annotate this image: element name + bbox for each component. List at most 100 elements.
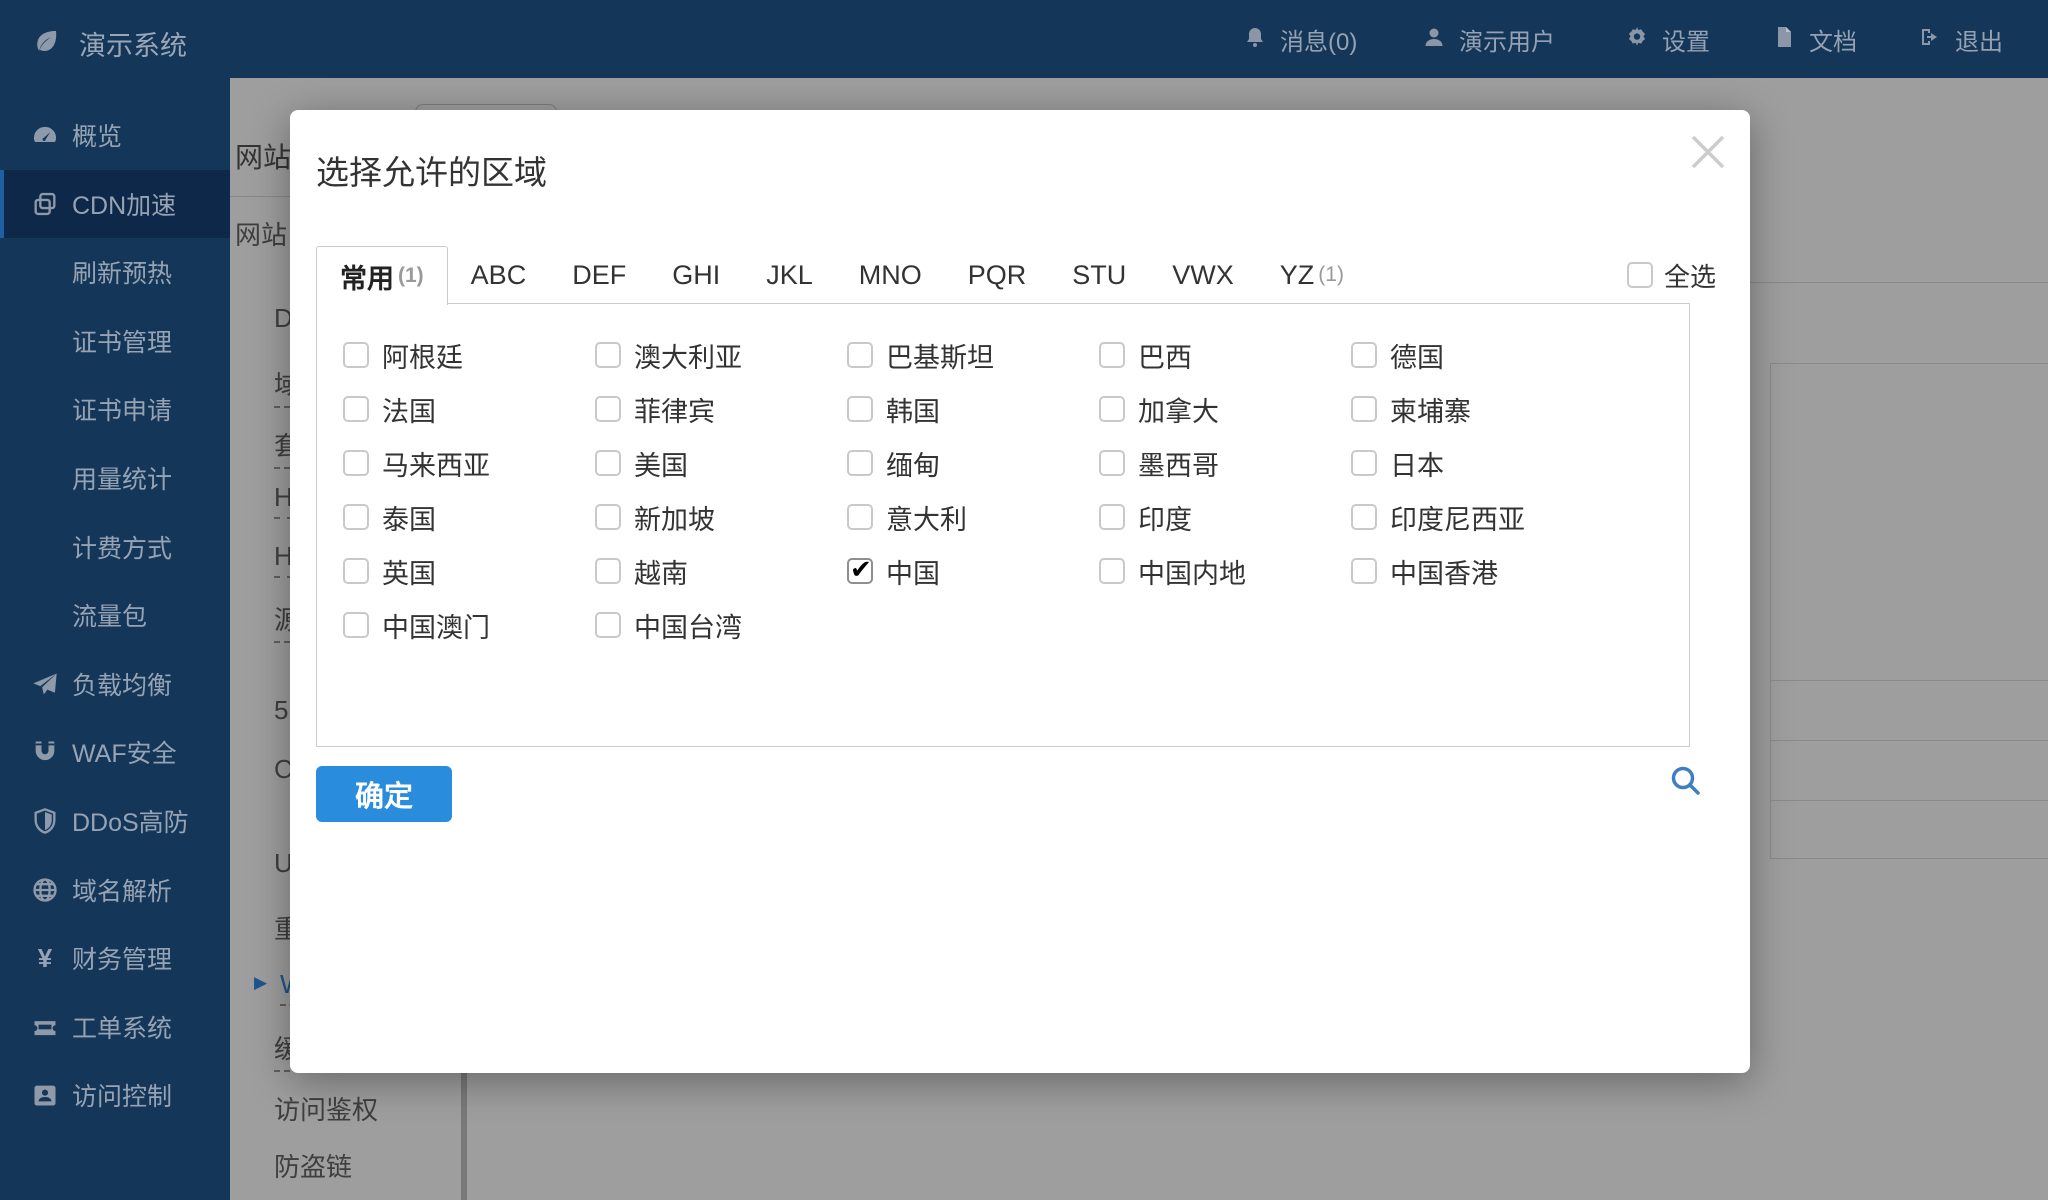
region-option-韩国[interactable]: 韩国: [847, 382, 1099, 436]
ticket-icon: [30, 1012, 60, 1042]
region-checkbox[interactable]: [1351, 396, 1377, 422]
sidebar-item-计费方式[interactable]: 计费方式: [0, 513, 230, 581]
region-option-澳大利亚[interactable]: 澳大利亚: [595, 328, 847, 382]
select-all-checkbox[interactable]: [1626, 262, 1653, 288]
select-all[interactable]: 全选: [1626, 246, 1716, 304]
region-option-越南[interactable]: 越南: [595, 544, 847, 598]
sidebar-item-刷新预热[interactable]: 刷新预热: [0, 238, 230, 306]
region-option-巴基斯坦[interactable]: 巴基斯坦: [847, 328, 1099, 382]
tab-JKL[interactable]: JKL: [743, 246, 836, 304]
region-option-中国内地[interactable]: 中国内地: [1099, 544, 1351, 598]
region-option-印度[interactable]: 印度: [1099, 490, 1351, 544]
sidebar-item-访问控制[interactable]: 访问控制: [0, 1061, 230, 1129]
region-option-中国[interactable]: ✔ 中国: [847, 544, 1099, 598]
gauge-icon: [30, 120, 60, 150]
topbar-item-4[interactable]: 退出: [1918, 0, 2003, 78]
region-option-印度尼西亚[interactable]: 印度尼西亚: [1351, 490, 1603, 544]
sidebar-item-财务管理[interactable]: ¥ 财务管理: [0, 924, 230, 992]
region-option-加拿大[interactable]: 加拿大: [1099, 382, 1351, 436]
tab-DEF[interactable]: DEF: [549, 246, 649, 304]
region-checkbox[interactable]: [595, 450, 621, 476]
tab-STU[interactable]: STU: [1049, 246, 1149, 304]
region-option-菲律宾[interactable]: 菲律宾: [595, 382, 847, 436]
sidebar-item-WAF安全[interactable]: WAF安全: [0, 718, 230, 786]
tab-label: VWX: [1172, 259, 1234, 290]
region-checkbox[interactable]: [847, 450, 873, 476]
region-option-缅甸[interactable]: 缅甸: [847, 436, 1099, 490]
sidebar-item-label: 计费方式: [72, 534, 173, 563]
region-checkbox[interactable]: [1351, 450, 1377, 476]
region-label: 德国: [1390, 342, 1444, 373]
region-checkbox[interactable]: [1351, 558, 1377, 584]
topbar-item-0[interactable]: 消息(0): [1243, 0, 1357, 78]
region-option-巴西[interactable]: 巴西: [1099, 328, 1351, 382]
sidebar-item-证书管理[interactable]: 证书管理: [0, 307, 230, 375]
topbar-item-3[interactable]: 文档: [1772, 0, 1857, 78]
tab-YZ[interactable]: YZ (1): [1257, 246, 1367, 304]
region-option-中国台湾[interactable]: 中国台湾: [595, 598, 847, 652]
sidebar-item-CDN加速[interactable]: CDN加速: [0, 169, 230, 238]
sidebar-item-域名解析[interactable]: 域名解析: [0, 856, 230, 924]
region-checkbox[interactable]: [595, 504, 621, 530]
region-checkbox[interactable]: [343, 612, 369, 638]
region-checkbox[interactable]: [1099, 504, 1125, 530]
tab-VWX[interactable]: VWX: [1149, 246, 1257, 304]
tab-ABC[interactable]: ABC: [448, 246, 550, 304]
tab-常用[interactable]: 常用 (1): [316, 246, 448, 305]
region-option-美国[interactable]: 美国: [595, 436, 847, 490]
sidebar-item-负载均衡[interactable]: 负载均衡: [0, 650, 230, 718]
region-checkbox[interactable]: [343, 558, 369, 584]
region-option-法国[interactable]: 法国: [343, 382, 595, 436]
region-option-中国香港[interactable]: 中国香港: [1351, 544, 1603, 598]
region-checkbox[interactable]: [595, 612, 621, 638]
region-option-马来西亚[interactable]: 马来西亚: [343, 436, 595, 490]
region-checkbox[interactable]: [1099, 396, 1125, 422]
search-icon[interactable]: [1666, 762, 1706, 802]
region-checkbox[interactable]: [343, 342, 369, 368]
close-icon[interactable]: [1682, 126, 1734, 178]
region-checkbox[interactable]: ✔: [847, 554, 873, 584]
region-option-阿根廷[interactable]: 阿根廷: [343, 328, 595, 382]
sidebar-item-概览[interactable]: 概览: [0, 101, 230, 169]
region-checkbox[interactable]: [847, 396, 873, 422]
region-option-新加坡[interactable]: 新加坡: [595, 490, 847, 544]
sidebar-item-工单系统[interactable]: 工单系统: [0, 993, 230, 1061]
region-checkbox[interactable]: [1351, 504, 1377, 530]
region-checkbox[interactable]: [595, 342, 621, 368]
user-icon: [1422, 25, 1446, 54]
region-label: 巴基斯坦: [886, 342, 994, 373]
tab-MNO[interactable]: MNO: [836, 246, 945, 304]
region-checkbox[interactable]: [1351, 342, 1377, 368]
region-option-日本[interactable]: 日本: [1351, 436, 1603, 490]
region-option-英国[interactable]: 英国: [343, 544, 595, 598]
sidebar-item-label: 用量统计: [72, 466, 173, 494]
tab-PQR[interactable]: PQR: [945, 246, 1050, 304]
region-checkbox[interactable]: [343, 450, 369, 476]
region-option-墨西哥[interactable]: 墨西哥: [1099, 436, 1351, 490]
tab-GHI[interactable]: GHI: [649, 246, 743, 304]
region-checkbox[interactable]: [1099, 450, 1125, 476]
region-checkbox[interactable]: [343, 504, 369, 530]
region-checkbox[interactable]: [1099, 558, 1125, 584]
region-option-柬埔寨[interactable]: 柬埔寨: [1351, 382, 1603, 436]
topbar-item-label: 演示用户: [1459, 28, 1555, 56]
region-option-中国澳门[interactable]: 中国澳门: [343, 598, 595, 652]
sidebar-item-证书申请[interactable]: 证书申请: [0, 375, 230, 443]
region-option-泰国[interactable]: 泰国: [343, 490, 595, 544]
region-option-德国[interactable]: 德国: [1351, 328, 1603, 382]
region-checkbox[interactable]: [595, 396, 621, 422]
sidebar-item-DDoS高防[interactable]: DDoS高防: [0, 787, 230, 855]
sidebar-item-流量包[interactable]: 流量包: [0, 581, 230, 649]
region-checkbox[interactable]: [847, 342, 873, 368]
region-checkbox[interactable]: [847, 504, 873, 530]
region-checkbox[interactable]: [1099, 342, 1125, 368]
region-checkbox[interactable]: [595, 558, 621, 584]
topbar-item-1[interactable]: 演示用户: [1422, 0, 1555, 78]
confirm-button[interactable]: 确定: [316, 766, 452, 822]
topbar-item-2[interactable]: 设置: [1625, 0, 1710, 78]
app-logo: 演示系统: [31, 24, 187, 63]
tab-label: STU: [1072, 259, 1127, 290]
sidebar-item-用量统计[interactable]: 用量统计: [0, 444, 230, 512]
region-checkbox[interactable]: [343, 396, 369, 422]
region-option-意大利[interactable]: 意大利: [847, 490, 1099, 544]
